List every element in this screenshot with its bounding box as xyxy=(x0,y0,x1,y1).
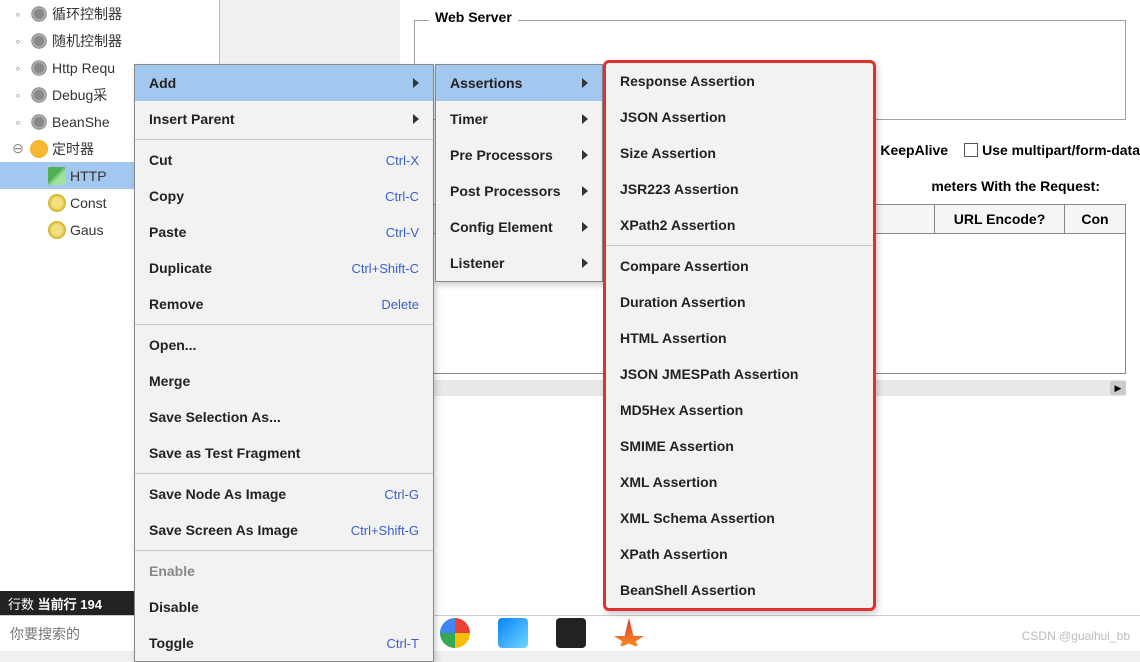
menu-save-screen-image[interactable]: Save Screen As ImageCtrl+Shift-G xyxy=(135,512,433,548)
chevron-right-icon xyxy=(582,150,588,160)
assert-response[interactable]: Response Assertion xyxy=(606,63,873,99)
folder-icon xyxy=(30,140,48,158)
status-prefix: 行数 xyxy=(8,594,34,613)
watermark: CSDN @guaihui_bb xyxy=(1022,629,1130,643)
chevron-right-icon xyxy=(582,114,588,124)
col-cont: Con xyxy=(1065,205,1125,233)
assert-duration[interactable]: Duration Assertion xyxy=(606,284,873,320)
tree-label: Gaus xyxy=(70,222,103,238)
chevron-right-icon xyxy=(582,78,588,88)
checkbox-icon xyxy=(964,143,978,157)
menu-save-fragment[interactable]: Save as Test Fragment xyxy=(135,435,433,471)
gear-icon xyxy=(30,32,48,50)
assert-xml[interactable]: XML Assertion xyxy=(606,464,873,500)
tree-label: BeanShe xyxy=(52,114,110,130)
tree-toggle-icon[interactable]: ◦ xyxy=(6,33,30,49)
menu-remove[interactable]: RemoveDelete xyxy=(135,286,433,322)
col-encode: URL Encode? xyxy=(935,205,1065,233)
tree-toggle-icon[interactable]: ◦ xyxy=(6,114,30,130)
assert-xpath[interactable]: XPath Assertion xyxy=(606,536,873,572)
assert-html[interactable]: HTML Assertion xyxy=(606,320,873,356)
assert-md5hex[interactable]: MD5Hex Assertion xyxy=(606,392,873,428)
gear-icon xyxy=(30,59,48,77)
gear-icon xyxy=(30,113,48,131)
chevron-right-icon xyxy=(582,258,588,268)
menu-save-selection[interactable]: Save Selection As... xyxy=(135,399,433,435)
submenu-listener[interactable]: Listener xyxy=(436,245,602,281)
tree-toggle-icon[interactable]: ◦ xyxy=(6,87,30,103)
assert-size[interactable]: Size Assertion xyxy=(606,135,873,171)
menu-open[interactable]: Open... xyxy=(135,327,433,363)
status-line: 当前行 194 xyxy=(38,594,102,613)
tree-toggle-icon[interactable]: ◦ xyxy=(6,6,30,22)
menu-enable: Enable xyxy=(135,553,433,589)
tree-toggle-icon[interactable]: ◦ xyxy=(6,60,30,76)
add-submenu: Assertions Timer Pre Processors Post Pro… xyxy=(435,64,603,282)
menu-save-node-image[interactable]: Save Node As ImageCtrl-G xyxy=(135,476,433,512)
tree-label: 定时器 xyxy=(52,139,94,159)
scroll-right-icon[interactable]: ▶ xyxy=(1110,381,1126,395)
multipart-label: Use multipart/form-data xyxy=(982,142,1140,158)
http-icon xyxy=(48,167,66,185)
menu-add[interactable]: Add xyxy=(135,65,433,101)
app-icon[interactable] xyxy=(498,618,528,648)
submenu-post-processors[interactable]: Post Processors xyxy=(436,173,602,209)
chevron-right-icon xyxy=(582,222,588,232)
assert-compare[interactable]: Compare Assertion xyxy=(606,248,873,284)
assert-jsr223[interactable]: JSR223 Assertion xyxy=(606,171,873,207)
context-menu: Add Insert Parent CutCtrl-X CopyCtrl-C P… xyxy=(134,64,434,662)
assert-jmespath[interactable]: JSON JMESPath Assertion xyxy=(606,356,873,392)
submenu-config-element[interactable]: Config Element xyxy=(436,209,602,245)
menu-merge[interactable]: Merge xyxy=(135,363,433,399)
gear-icon xyxy=(30,5,48,23)
menu-copy[interactable]: CopyCtrl-C xyxy=(135,178,433,214)
timer-icon xyxy=(48,221,66,239)
menu-duplicate[interactable]: DuplicateCtrl+Shift-C xyxy=(135,250,433,286)
tree-label: HTTP xyxy=(70,168,107,184)
chrome-icon[interactable] xyxy=(440,618,470,648)
tree-label: Debug采 xyxy=(52,85,107,105)
submenu-pre-processors[interactable]: Pre Processors xyxy=(436,137,602,173)
assert-xpath2[interactable]: XPath2 Assertion xyxy=(606,207,873,243)
tree-toggle-icon[interactable]: ⊖ xyxy=(6,140,30,157)
tree-item-loop[interactable]: ◦ 循环控制器 xyxy=(0,0,219,27)
assert-beanshell[interactable]: BeanShell Assertion xyxy=(606,572,873,608)
gear-icon xyxy=(30,86,48,104)
assert-smime[interactable]: SMIME Assertion xyxy=(606,428,873,464)
tree-label: 随机控制器 xyxy=(52,31,122,51)
keepalive-label: KeepAlive xyxy=(880,142,948,158)
timer-icon xyxy=(48,194,66,212)
jmeter-icon[interactable] xyxy=(614,618,644,648)
menu-disable[interactable]: Disable xyxy=(135,589,433,625)
menu-cut[interactable]: CutCtrl-X xyxy=(135,142,433,178)
terminal-icon[interactable] xyxy=(556,618,586,648)
tree-label: Const xyxy=(70,195,107,211)
menu-paste[interactable]: PasteCtrl-V xyxy=(135,214,433,250)
taskbar xyxy=(440,615,644,651)
tree-label: 循环控制器 xyxy=(52,4,122,24)
chevron-right-icon xyxy=(413,78,419,88)
assertions-submenu: Response Assertion JSON Assertion Size A… xyxy=(603,60,876,611)
submenu-assertions[interactable]: Assertions xyxy=(436,65,602,101)
tree-item-random[interactable]: ◦ 随机控制器 xyxy=(0,27,219,54)
menu-toggle[interactable]: ToggleCtrl-T xyxy=(135,625,433,661)
submenu-timer[interactable]: Timer xyxy=(436,101,602,137)
tree-label: Http Requ xyxy=(52,60,115,76)
multipart-checkbox[interactable]: Use multipart/form-data xyxy=(964,142,1140,158)
chevron-right-icon xyxy=(413,114,419,124)
menu-insert-parent[interactable]: Insert Parent xyxy=(135,101,433,137)
fieldset-legend: Web Server xyxy=(429,9,518,25)
assert-xmlschema[interactable]: XML Schema Assertion xyxy=(606,500,873,536)
chevron-right-icon xyxy=(582,186,588,196)
assert-json[interactable]: JSON Assertion xyxy=(606,99,873,135)
